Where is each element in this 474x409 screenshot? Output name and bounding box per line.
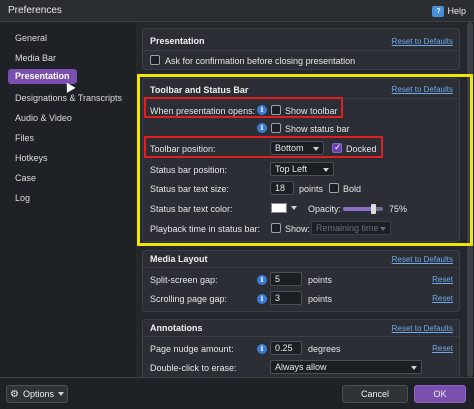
section-presentation: Presentation Reset to Defaults Ask for c… <box>142 28 460 70</box>
reset-defaults-annotations[interactable]: Reset to Defaults <box>392 324 453 333</box>
info-icon[interactable]: i <box>257 344 267 354</box>
help-button[interactable]: ? Help <box>432 4 466 18</box>
gear-icon: ⚙ <box>10 388 19 400</box>
highlight-box-red-toolbar-position <box>144 136 383 158</box>
double-click-select[interactable]: Always allow <box>270 360 422 374</box>
split-gap-unit: points <box>308 275 333 285</box>
options-label: Options <box>22 389 54 399</box>
scroll-gap-input[interactable]: 3 <box>270 291 302 305</box>
sidebar-item-audio-video[interactable]: Audio & Video <box>8 111 79 126</box>
sidebar-item-hotkeys[interactable]: Hotkeys <box>8 151 55 166</box>
section-title-media-layout: Media Layout <box>150 254 208 264</box>
sidebar-item-log[interactable]: Log <box>8 191 37 206</box>
section-divider <box>143 336 459 337</box>
sidebar-item-case[interactable]: Case <box>8 171 43 186</box>
title-bar: Preferences ? Help <box>0 0 474 22</box>
reset-split-gap[interactable]: Reset <box>432 275 453 284</box>
section-title-annotations: Annotations <box>150 323 203 333</box>
reset-defaults-media-layout[interactable]: Reset to Defaults <box>392 255 453 264</box>
options-button[interactable]: ⚙ Options <box>6 385 68 403</box>
help-icon: ? <box>432 5 445 17</box>
ask-confirm-checkbox[interactable] <box>150 55 160 65</box>
section-divider <box>143 267 459 268</box>
split-gap-input[interactable]: 5 <box>270 272 302 286</box>
reset-nudge[interactable]: Reset <box>432 344 453 353</box>
double-click-label: Double-click to erase: <box>150 363 237 373</box>
nudge-input[interactable]: 0.25 <box>270 341 302 355</box>
sidebar-item-media-bar[interactable]: Media Bar <box>8 51 63 66</box>
sidebar-item-general[interactable]: General <box>8 31 54 46</box>
info-icon[interactable]: i <box>257 294 267 304</box>
nudge-label: Page nudge amount: <box>150 344 234 354</box>
info-icon[interactable]: i <box>257 275 267 285</box>
sidebar: General Media Bar Presentation Designati… <box>0 22 132 377</box>
cancel-button[interactable]: Cancel <box>342 385 408 403</box>
ask-confirm-label: Ask for confirmation before closing pres… <box>165 56 356 66</box>
highlight-box-red-show-toolbar <box>144 97 343 118</box>
chevron-down-icon <box>58 392 64 396</box>
sidebar-item-files[interactable]: Files <box>8 131 41 146</box>
section-annotations: Annotations Reset to Defaults Page nudge… <box>142 319 460 377</box>
section-title-presentation: Presentation <box>150 36 205 46</box>
scroll-gap-unit: points <box>308 294 333 304</box>
chevron-down-icon <box>411 366 417 370</box>
nudge-unit: degrees <box>308 344 341 354</box>
help-label: Help <box>447 6 466 16</box>
ok-button[interactable]: OK <box>414 385 466 403</box>
footer: ⚙ Options Cancel OK <box>0 377 474 409</box>
reset-defaults-presentation[interactable]: Reset to Defaults <box>392 37 453 46</box>
section-divider <box>143 50 459 51</box>
split-gap-label: Split-screen gap: <box>150 275 218 285</box>
reset-scroll-gap[interactable]: Reset <box>432 294 453 303</box>
sidebar-item-designations[interactable]: Designations & Transcripts <box>8 91 129 106</box>
section-media-layout: Media Layout Reset to Defaults Split-scr… <box>142 250 460 312</box>
window-title: Preferences <box>8 5 62 16</box>
double-click-value: Always allow <box>275 362 327 372</box>
scroll-gap-label: Scrolling page gap: <box>150 294 228 304</box>
